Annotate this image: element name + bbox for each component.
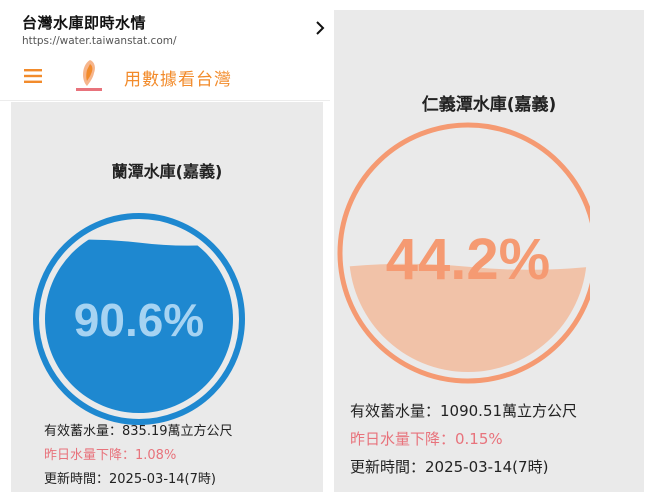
water-level-gauge: 44.2% [337, 122, 590, 384]
updated-time-text: 更新時間：2025-03-14(7時) [44, 472, 216, 487]
reservoir-name: 蘭潭水庫(嘉義) [111, 162, 223, 181]
storage-text: 有效蓄水量：1090.51萬立方公尺 [350, 402, 578, 420]
updated-time-text: 更新時間：2025-03-14(7時) [350, 458, 549, 476]
daily-change-text: 昨日水量下降：0.15% [350, 430, 503, 448]
percent-label: 90.6% [74, 294, 204, 346]
site-header: 用數據看台灣 [0, 52, 330, 101]
percent-label: 44.2% [386, 227, 550, 292]
left-screenshot-panel: 台灣水庫即時水情 https://water.taiwanstat.com/ 用… [0, 0, 330, 492]
chevron-right-icon[interactable] [314, 20, 326, 36]
daily-change-text: 昨日水量下降：1.08% [44, 448, 177, 463]
storage-text: 有效蓄水量：835.19萬立方公尺 [44, 424, 233, 439]
page-url[interactable]: https://water.taiwanstat.com/ [22, 35, 177, 47]
page-title: 台灣水庫即時水情 [22, 14, 147, 32]
taiwan-map-logo-icon[interactable] [72, 58, 106, 94]
water-level-gauge: 90.6% [33, 213, 245, 425]
reservoir-name: 仁義潭水庫(嘉義) [421, 95, 557, 115]
site-name[interactable]: 用數據看台灣 [124, 65, 232, 90]
hamburger-menu-icon[interactable] [24, 68, 42, 84]
browser-title-bar: 台灣水庫即時水情 https://water.taiwanstat.com/ [0, 0, 330, 52]
reservoir-card-renyitan: 仁義潭水庫(嘉義) 44.2% 有效蓄水量：1090.51萬立方公尺 昨日水量下… [334, 10, 644, 492]
reservoir-card-lantan: 蘭潭水庫(嘉義) 90.6% 有效蓄水量：835.19萬立方公尺 昨日水量下降：… [11, 102, 323, 492]
